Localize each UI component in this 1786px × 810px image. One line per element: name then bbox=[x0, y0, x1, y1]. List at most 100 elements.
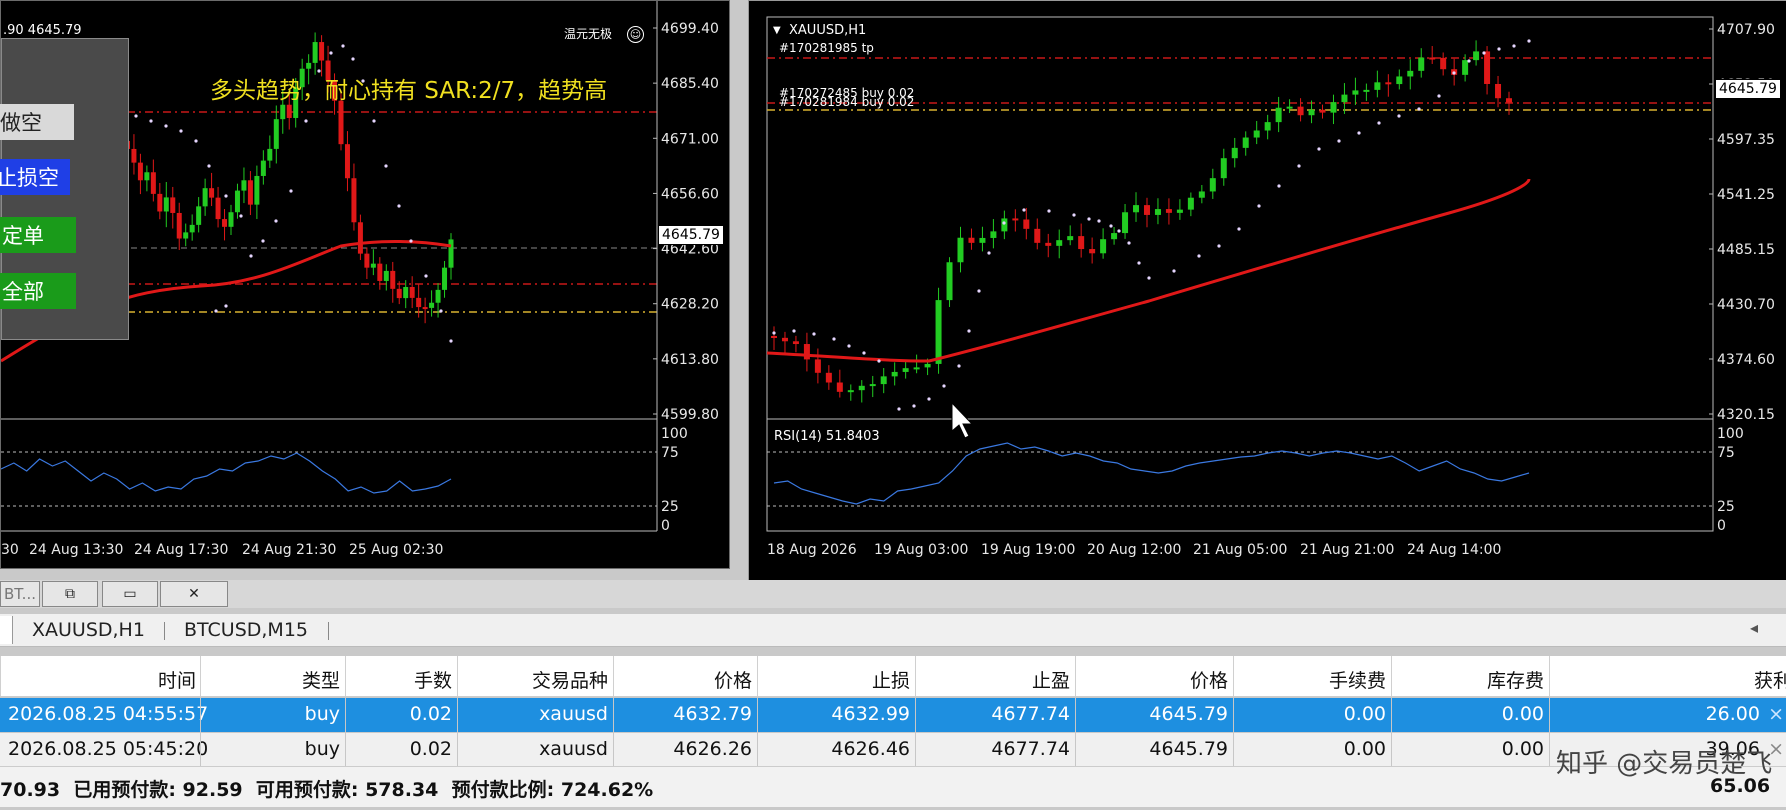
column-divider bbox=[1075, 656, 1076, 696]
sar-dot bbox=[1377, 121, 1381, 125]
candle bbox=[924, 363, 931, 368]
price-axis-label: 4320.15 bbox=[1717, 407, 1775, 423]
position-row[interactable]: 2026.08.25 04:55:57 buy 0.02 xauusd 4632.79 4… bbox=[0, 698, 1786, 732]
close-all-button[interactable]: 全部 bbox=[0, 273, 76, 309]
close-position-icon[interactable]: × bbox=[1768, 703, 1784, 725]
candle bbox=[176, 212, 182, 239]
tab-btcusd-m15[interactable]: BTCUSD,M15 bbox=[184, 619, 308, 641]
candle bbox=[771, 336, 777, 338]
maximize-button[interactable]: ▭ bbox=[102, 581, 158, 607]
candle bbox=[1034, 228, 1041, 243]
sell-short-button[interactable]: 做空 bbox=[0, 104, 74, 140]
chart-menu-triangle-icon[interactable]: ▼ bbox=[773, 25, 781, 36]
sar-dot bbox=[207, 164, 211, 168]
candle bbox=[1264, 122, 1271, 131]
column-header[interactable]: 类型 bbox=[302, 666, 340, 693]
sar-dot bbox=[304, 119, 308, 123]
column-header[interactable]: 手数 bbox=[414, 666, 452, 693]
pending-order-button[interactable]: 定单 bbox=[0, 217, 76, 253]
smiley-icon: ☺ bbox=[627, 26, 644, 43]
price-axis-label: 4613.80 bbox=[661, 352, 719, 368]
candle bbox=[1089, 249, 1096, 254]
column-divider bbox=[1549, 656, 1550, 696]
price-axis-label: 4699.40 bbox=[661, 21, 719, 37]
sar-dot bbox=[1147, 276, 1151, 280]
candle bbox=[814, 359, 821, 373]
column-header[interactable]: 库存费 bbox=[1487, 666, 1544, 693]
cell-time: 2026.08.25 05:45:20 bbox=[8, 738, 209, 760]
tab-fragment[interactable] bbox=[0, 616, 13, 644]
column-header[interactable]: 价格 bbox=[1190, 666, 1228, 693]
candle bbox=[396, 288, 402, 299]
close-window-button[interactable]: ✕ bbox=[160, 581, 228, 607]
sar-dot bbox=[341, 44, 345, 48]
candle bbox=[1122, 212, 1129, 234]
column-divider bbox=[1391, 698, 1392, 732]
column-header[interactable]: 价格 bbox=[714, 666, 752, 693]
candle bbox=[442, 267, 448, 290]
candle bbox=[422, 307, 428, 310]
rsi-axis-label: 100 bbox=[1717, 426, 1744, 442]
column-divider bbox=[457, 733, 458, 767]
candle bbox=[306, 62, 312, 69]
sar-dot bbox=[912, 404, 916, 408]
candle bbox=[979, 237, 986, 243]
tp-order-label: #170281985 tp bbox=[779, 41, 874, 55]
sar-dot bbox=[1452, 71, 1456, 75]
candle bbox=[183, 232, 189, 239]
minimized-window-tab[interactable]: BT... bbox=[0, 581, 40, 607]
column-header[interactable]: 手续费 bbox=[1329, 666, 1386, 693]
candle bbox=[344, 144, 350, 179]
time-axis-label: 19 Aug 03:00 bbox=[874, 542, 968, 558]
column-divider bbox=[915, 733, 916, 767]
time-axis-label: 21 Aug 21:00 bbox=[1300, 542, 1394, 558]
candle bbox=[1220, 158, 1227, 179]
sar-dot bbox=[1482, 51, 1486, 55]
rsi-axis-label: 25 bbox=[661, 499, 679, 515]
sar-dot bbox=[1072, 213, 1076, 217]
left-current-price-tag: 4645.79 bbox=[658, 225, 724, 245]
sar-dot bbox=[372, 119, 376, 123]
rsi-line bbox=[1, 452, 452, 494]
trend-status-text: 多头趋势，耐心持有 SAR:2/7，趋势高 bbox=[210, 78, 608, 104]
cell-profit: 26.00 bbox=[1705, 703, 1760, 725]
candle bbox=[312, 42, 318, 63]
candle bbox=[163, 197, 169, 212]
tab-xauusd-h1[interactable]: XAUUSD,H1 bbox=[32, 619, 145, 641]
candle bbox=[1407, 70, 1414, 77]
column-header[interactable]: 交易品种 bbox=[532, 666, 608, 693]
column-header[interactable]: 止损 bbox=[872, 666, 910, 693]
candle bbox=[1440, 57, 1447, 70]
position-row[interactable]: 2026.08.25 05:45:20 buy 0.02 xauusd 4626.26 4… bbox=[0, 733, 1786, 767]
scroll-left-icon[interactable]: ◂ bbox=[1750, 618, 1758, 637]
sar-dot bbox=[1097, 219, 1101, 223]
candle bbox=[1198, 191, 1205, 198]
candle bbox=[1143, 205, 1150, 215]
candle bbox=[957, 237, 964, 263]
candle bbox=[241, 180, 247, 191]
price-axis-label: 4685.40 bbox=[661, 76, 719, 92]
sar-dot bbox=[1257, 204, 1261, 208]
candle bbox=[429, 302, 435, 308]
candle bbox=[935, 300, 942, 364]
column-header[interactable]: 获利 bbox=[1754, 666, 1786, 693]
cell-price: 4645.79 bbox=[1149, 703, 1228, 725]
left-chart-window[interactable]: 4699.40 4685.40 4671.00 4656.60 4642.60 4628.… bbox=[0, 0, 730, 569]
candle bbox=[1396, 76, 1403, 85]
sar-dot bbox=[1127, 241, 1131, 245]
restore-button[interactable]: ⧉ bbox=[42, 581, 98, 607]
stop-short-button[interactable]: 止损空 bbox=[0, 159, 70, 195]
candle bbox=[202, 188, 208, 207]
candle bbox=[1045, 242, 1052, 246]
cell-symbol: xauusd bbox=[539, 703, 608, 725]
right-chart-window[interactable]: 4707.904652.504597.354541.254485.154430.… bbox=[748, 0, 1786, 582]
sar-dot bbox=[812, 332, 816, 336]
column-header[interactable]: 止盈 bbox=[1032, 666, 1070, 693]
candle bbox=[390, 270, 396, 289]
window-splitter[interactable] bbox=[730, 0, 746, 580]
tab-divider bbox=[164, 622, 165, 640]
sar-dot bbox=[149, 119, 153, 123]
candle bbox=[228, 212, 234, 227]
column-header[interactable]: 时间 bbox=[158, 666, 196, 693]
candle bbox=[1253, 130, 1260, 138]
